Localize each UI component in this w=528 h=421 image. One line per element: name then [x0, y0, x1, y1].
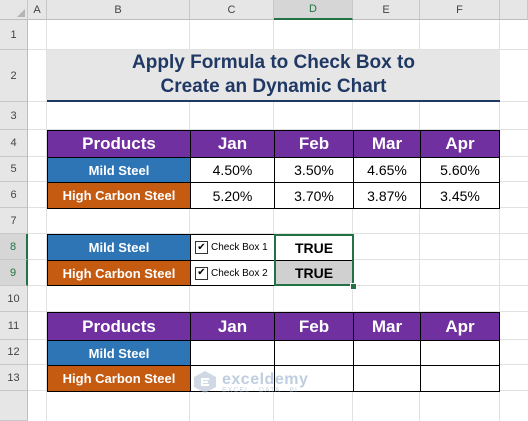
checkmark-icon[interactable]: ✔: [195, 241, 208, 254]
table1-cell[interactable]: 3.87%: [353, 182, 421, 209]
table2-header-jan[interactable]: Jan: [190, 312, 275, 341]
table1-product-high-carbon-steel[interactable]: High Carbon Steel: [47, 182, 191, 209]
table1-cell[interactable]: 5.20%: [190, 182, 275, 209]
table1-header-jan[interactable]: Jan: [190, 130, 275, 158]
check-product-mild-steel[interactable]: Mild Steel: [47, 234, 191, 261]
exceldemy-logo-icon: [194, 371, 216, 393]
row-header-5[interactable]: 5: [0, 157, 28, 182]
column-header-e[interactable]: E: [353, 0, 420, 20]
table1-header-feb[interactable]: Feb: [274, 130, 354, 158]
column-header-b[interactable]: B: [47, 0, 190, 20]
table2-cell[interactable]: [420, 340, 500, 366]
check-box-2-label: Check Box 2: [211, 267, 268, 279]
row-header-6[interactable]: 6: [0, 182, 28, 208]
exceldemy-watermark: exceldemy EXCEL · DATA · BI: [192, 370, 308, 394]
table1-header-mar[interactable]: Mar: [353, 130, 421, 158]
table1-cell[interactable]: 4.50%: [190, 157, 275, 183]
checkbox-cell-1[interactable]: ✔ Check Box 1: [190, 234, 275, 261]
check-box-1[interactable]: ✔ Check Box 1: [195, 241, 268, 254]
row-header-13[interactable]: 13: [0, 365, 28, 391]
row-header-2[interactable]: 2: [0, 50, 28, 102]
row-header-11[interactable]: 11: [0, 312, 28, 340]
select-all-corner[interactable]: [0, 0, 28, 20]
check-product-high-carbon-steel[interactable]: High Carbon Steel: [47, 260, 191, 286]
table2-header-products[interactable]: Products: [47, 312, 191, 341]
table2-cell[interactable]: [274, 340, 354, 366]
title-line-2: Create an Dynamic Chart: [160, 76, 387, 97]
row-header-1[interactable]: 1: [0, 20, 28, 50]
table1-cell[interactable]: 3.50%: [274, 157, 354, 183]
check-box-2[interactable]: ✔ Check Box 2: [195, 266, 268, 280]
table1-header-products[interactable]: Products: [47, 130, 191, 158]
check-value-1[interactable]: TRUE: [274, 234, 354, 261]
table2-cell[interactable]: [190, 340, 275, 366]
table1-cell[interactable]: 4.65%: [353, 157, 421, 183]
row-header-4[interactable]: 4: [0, 130, 28, 157]
table1-header-apr[interactable]: Apr: [420, 130, 500, 158]
check-box-1-label: Check Box 1: [211, 242, 268, 253]
table2-product-high-carbon-steel[interactable]: High Carbon Steel: [47, 365, 191, 392]
row-header-7[interactable]: 7: [0, 208, 28, 234]
row-header-9[interactable]: 9: [0, 260, 28, 286]
column-header-f[interactable]: F: [420, 0, 500, 20]
checkbox-cell-2[interactable]: ✔ Check Box 2: [190, 260, 275, 286]
table2-product-mild-steel[interactable]: Mild Steel: [47, 340, 191, 366]
title-line-1: Apply Formula to Check Box to: [132, 52, 415, 73]
watermark-tagline: EXCEL · DATA · BI: [222, 386, 298, 394]
row-header-3[interactable]: 3: [0, 102, 28, 130]
table2-header-feb[interactable]: Feb: [274, 312, 354, 341]
row-header-12[interactable]: 12: [0, 340, 28, 365]
sheet-title[interactable]: Apply Formula to Check Box to Create an …: [47, 50, 500, 102]
table1-product-mild-steel[interactable]: Mild Steel: [47, 157, 191, 183]
table2-cell[interactable]: [420, 365, 500, 392]
table2-cell[interactable]: [353, 340, 421, 366]
table1-cell[interactable]: 5.60%: [420, 157, 500, 183]
column-header-a[interactable]: A: [28, 0, 47, 20]
table2-header-apr[interactable]: Apr: [420, 312, 500, 341]
row-header-14[interactable]: [0, 391, 28, 421]
table2-header-mar[interactable]: Mar: [353, 312, 421, 341]
row-header-8[interactable]: 8: [0, 234, 28, 260]
column-header-d[interactable]: D: [274, 0, 353, 20]
check-value-2[interactable]: TRUE: [274, 260, 354, 286]
table2-cell[interactable]: [353, 365, 421, 392]
table1-cell[interactable]: 3.70%: [274, 182, 354, 209]
checkmark-icon[interactable]: ✔: [195, 266, 208, 280]
table1-cell[interactable]: 3.45%: [420, 182, 500, 209]
column-header-c[interactable]: C: [190, 0, 274, 20]
fill-handle[interactable]: [350, 283, 357, 290]
column-header-g[interactable]: [500, 0, 528, 20]
row-header-10[interactable]: 10: [0, 286, 28, 312]
